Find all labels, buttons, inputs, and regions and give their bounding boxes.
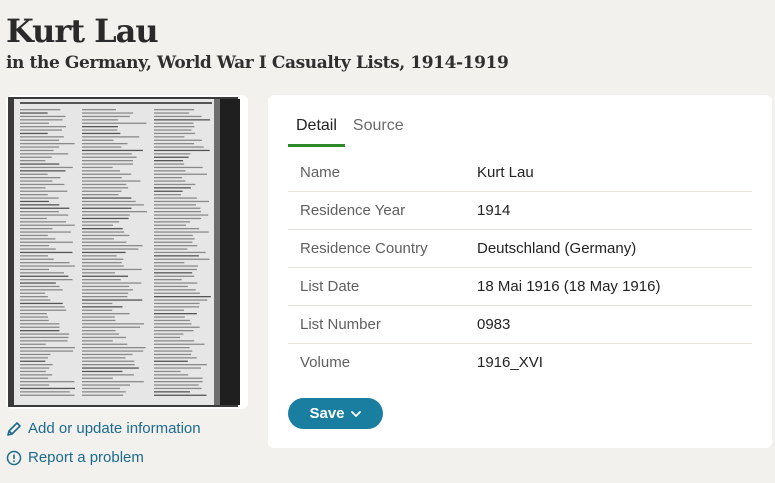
pencil-icon	[6, 421, 22, 437]
record-image-thumbnail[interactable]	[6, 95, 248, 409]
detail-tabs: Detail Source	[288, 115, 412, 147]
tab-detail[interactable]: Detail	[288, 115, 345, 147]
add-update-information-label: Add or update information	[28, 420, 201, 437]
detail-label: Name	[300, 164, 341, 181]
save-button[interactable]: Save	[288, 398, 383, 429]
detail-value: 18 Mai 1916 (18 May 1916)	[477, 278, 661, 295]
detail-label: List Date	[300, 278, 360, 295]
detail-value: 0983	[477, 316, 511, 333]
detail-row-residence-year: Residence Year 1914	[288, 192, 752, 230]
tab-source[interactable]: Source	[345, 115, 412, 145]
detail-row-residence-country: Residence Country Deutschland (Germany)	[288, 230, 752, 268]
detail-label: Residence Year	[300, 202, 406, 219]
record-title: Kurt Lau	[6, 12, 159, 50]
alert-circle-icon	[6, 450, 22, 466]
detail-row-volume: Volume 1916_XVI	[288, 344, 752, 381]
detail-label: Residence Country	[300, 240, 428, 257]
chevron-down-icon	[350, 408, 362, 420]
add-update-information-link[interactable]: Add or update information	[6, 420, 201, 437]
detail-table: Name Kurt Lau Residence Year 1914 Reside…	[288, 154, 752, 381]
detail-row-list-date: List Date 18 Mai 1916 (18 May 1916)	[288, 268, 752, 306]
report-problem-link[interactable]: Report a problem	[6, 449, 144, 466]
record-detail-panel: Detail Source Name Kurt Lau Residence Ye…	[268, 95, 772, 448]
detail-row-name: Name Kurt Lau	[288, 154, 752, 192]
report-problem-label: Report a problem	[28, 449, 144, 466]
detail-value: Kurt Lau	[477, 164, 534, 181]
casualty-list-scan-image	[6, 95, 248, 409]
save-button-label: Save	[309, 405, 345, 422]
detail-label: List Number	[300, 316, 381, 333]
detail-row-list-number: List Number 0983	[288, 306, 752, 344]
detail-label: Volume	[300, 354, 351, 371]
collection-subtitle: in the Germany, World War I Casualty Lis…	[6, 53, 509, 73]
detail-value: Deutschland (Germany)	[477, 240, 637, 257]
detail-value: 1914	[477, 202, 511, 219]
detail-value: 1916_XVI	[477, 354, 543, 371]
